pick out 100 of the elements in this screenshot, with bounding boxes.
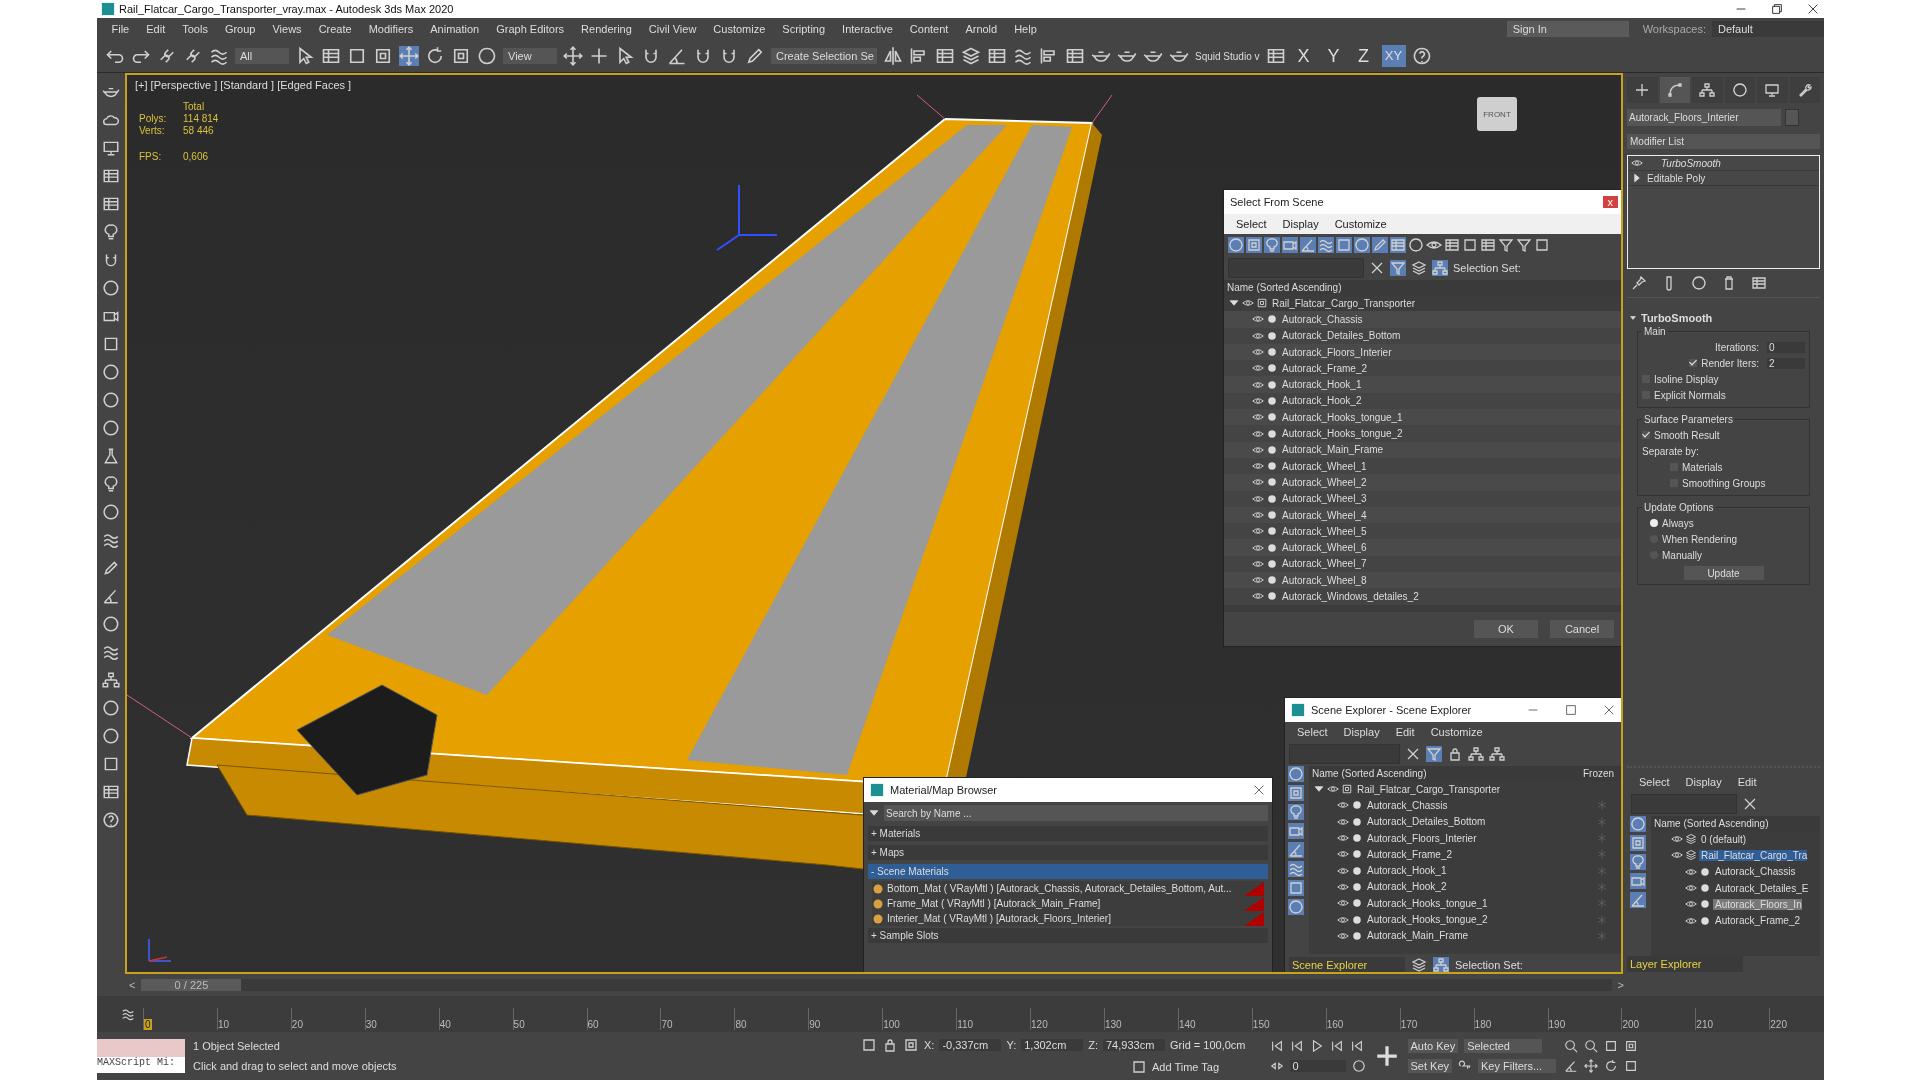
eye-icon[interactable] xyxy=(1252,509,1264,521)
command-panel-tab[interactable] xyxy=(1692,77,1723,103)
mirror-icon[interactable] xyxy=(883,46,903,66)
explorer-dropdown[interactable]: Layer Explorer xyxy=(1627,956,1743,972)
update-button[interactable]: Update xyxy=(1683,566,1764,580)
tree-item[interactable]: Rail_Flatcar_Cargo_Transporter xyxy=(1355,783,1501,795)
time-slider-thumb[interactable]: 0 / 225 xyxy=(141,979,242,991)
rotate-icon[interactable] xyxy=(425,46,445,66)
add-time-tag-button[interactable]: Add Time Tag xyxy=(1152,1061,1220,1073)
menu-item[interactable]: Create xyxy=(310,23,361,35)
close-icon[interactable] xyxy=(1602,703,1616,717)
funnel-icon[interactable] xyxy=(1390,260,1406,276)
menu-item[interactable]: Help xyxy=(1005,23,1046,35)
tree-item[interactable]: Autorack_Main_Frame xyxy=(1280,444,1384,456)
next-frame-arrow[interactable]: > xyxy=(1617,979,1624,991)
tree-item[interactable]: Autorack_Chassis xyxy=(1713,866,1796,878)
command-panel-tab[interactable] xyxy=(1789,77,1820,103)
pin-icon[interactable] xyxy=(1631,275,1647,291)
current-frame-field[interactable]: 0 xyxy=(1289,1060,1346,1072)
isolate-icon[interactable] xyxy=(861,1037,877,1053)
render-iters-spinner[interactable]: 2 xyxy=(1767,357,1805,369)
funnel-icon[interactable] xyxy=(1516,237,1532,253)
brush-icon[interactable] xyxy=(102,559,120,577)
tree-item[interactable]: Autorack_Hook_2 xyxy=(1365,881,1447,893)
table-icon[interactable] xyxy=(102,783,120,801)
coordinate-field[interactable]: 1,302cm xyxy=(1021,1039,1084,1051)
absolute-mode-icon[interactable] xyxy=(903,1037,919,1053)
menu-item[interactable]: Group xyxy=(216,23,264,35)
scene-explorer-icon[interactable] xyxy=(935,46,955,66)
axis-constraint-button[interactable]: Y xyxy=(1321,45,1346,67)
select-by-name-icon[interactable] xyxy=(321,46,341,66)
command-panel-tab[interactable] xyxy=(1724,77,1755,103)
tree-item[interactable]: Autorack_Wheel_3 xyxy=(1280,493,1367,505)
menu-item[interactable]: Content xyxy=(901,23,957,35)
dropdown-arrow-icon[interactable] xyxy=(868,807,880,819)
bone-filter-icon[interactable] xyxy=(1372,237,1388,253)
square-icon[interactable] xyxy=(1462,237,1478,253)
sphere-icon[interactable] xyxy=(102,279,120,297)
tree-item[interactable]: Autorack_Main_Frame xyxy=(1365,930,1469,942)
rectangle-region-icon[interactable] xyxy=(347,46,367,66)
iterations-spinner[interactable]: 0 xyxy=(1767,341,1805,353)
key-mode-icon[interactable] xyxy=(1269,1059,1284,1073)
list-icon[interactable] xyxy=(102,195,120,213)
menu-item[interactable]: Edit xyxy=(137,23,174,35)
command-panel-tab[interactable] xyxy=(1627,77,1658,103)
explorer-dropdown[interactable]: Scene Explorer xyxy=(1289,957,1405,972)
clear-icon[interactable] xyxy=(1742,796,1758,812)
layer-item[interactable]: 0 (default) xyxy=(1699,833,1747,845)
tree-item[interactable]: Autorack_Hook_1 xyxy=(1280,379,1362,391)
list-icon[interactable] xyxy=(1480,237,1496,253)
tree-item[interactable]: Autorack_Hook_1 xyxy=(1365,865,1447,877)
lock-icon[interactable] xyxy=(1447,746,1463,762)
view-cube[interactable]: FRONT xyxy=(1477,97,1517,131)
search-field[interactable]: Search by Name ... xyxy=(884,805,1268,821)
bulb-icon[interactable] xyxy=(102,223,120,241)
pan-icon[interactable] xyxy=(1584,1059,1599,1073)
sphere-icon[interactable] xyxy=(102,503,120,521)
menu-item[interactable]: Modifiers xyxy=(360,23,422,35)
helper-filter-icon[interactable] xyxy=(1630,892,1646,908)
square-icon[interactable] xyxy=(102,335,120,353)
playback-control-icon[interactable] xyxy=(1329,1039,1344,1053)
plugin-button[interactable]: Squid Studio v xyxy=(1195,50,1260,62)
menu-item[interactable]: Select xyxy=(1297,726,1328,738)
command-panel-tab[interactable] xyxy=(1659,77,1690,103)
zoom-all-icon[interactable] xyxy=(1584,1039,1599,1053)
object-name-field[interactable]: Autorack_Floors_Interier xyxy=(1627,109,1781,126)
render-window-icon[interactable] xyxy=(102,139,120,157)
close-icon[interactable] xyxy=(1806,2,1820,16)
sign-in-dropdown[interactable]: Sign In xyxy=(1506,21,1629,37)
workspaces-dropdown[interactable]: Default xyxy=(1712,21,1824,37)
stack-item[interactable]: TurboSmooth xyxy=(1647,157,1721,169)
tree-item[interactable]: Autorack_Floors_Interier xyxy=(1365,832,1477,844)
command-panel-tab[interactable] xyxy=(1757,77,1788,103)
xref-filter-icon[interactable] xyxy=(1354,237,1370,253)
hierarchy-icon[interactable] xyxy=(1468,746,1484,762)
help-icon[interactable] xyxy=(102,811,120,829)
layer-item[interactable]: Rail_Flatcar_Cargo_Tra xyxy=(1699,849,1808,861)
zoom-extents-all-icon[interactable] xyxy=(1624,1039,1639,1053)
menu-item[interactable]: File xyxy=(103,23,138,35)
pivot-icon[interactable] xyxy=(563,46,583,66)
checkbox[interactable] xyxy=(1642,431,1650,439)
material-group-header[interactable]: - Scene Materials xyxy=(868,864,1268,879)
tree-item[interactable]: Autorack_Wheel_8 xyxy=(1280,574,1367,586)
table-icon[interactable] xyxy=(102,167,120,185)
menu-item[interactable]: Select xyxy=(1236,218,1267,230)
space-warp-filter-icon[interactable] xyxy=(1288,861,1304,877)
checkbox[interactable] xyxy=(1689,359,1698,367)
zoom-extents-icon[interactable] xyxy=(1604,1039,1619,1053)
coordinate-field[interactable]: -0,337cm xyxy=(939,1039,1002,1051)
set-key-button[interactable]: Set Key xyxy=(1407,1059,1453,1073)
tree-item[interactable]: Rail_Flatcar_Cargo_Transporter xyxy=(1270,297,1416,309)
playback-control-icon[interactable] xyxy=(1269,1039,1284,1053)
menu-item[interactable]: Civil View xyxy=(640,23,705,35)
sphere-icon[interactable] xyxy=(102,615,120,633)
tree-item[interactable]: Autorack_Frame_2 xyxy=(1280,362,1368,374)
tree-item[interactable]: Autorack_Wheel_6 xyxy=(1280,542,1367,554)
material-group-header[interactable]: + Sample Slots xyxy=(868,928,1268,943)
eye-icon[interactable] xyxy=(1631,157,1643,169)
tree-item[interactable]: Autorack_Wheel_4 xyxy=(1280,509,1367,521)
expand-arrow-icon[interactable] xyxy=(1631,172,1643,184)
